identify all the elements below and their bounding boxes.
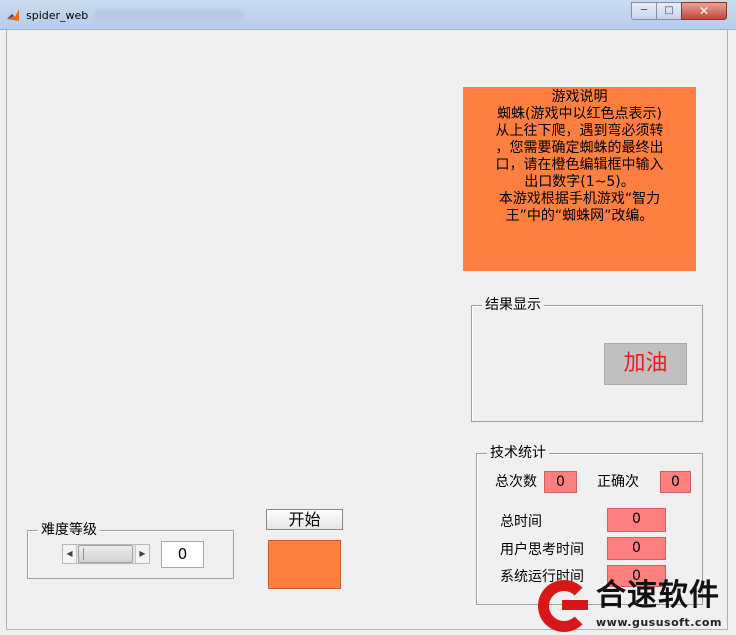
result-group-label: 结果显示 bbox=[482, 296, 544, 314]
watermark-url: www.gususoft.com bbox=[596, 616, 722, 629]
total-time-label: 总时间 bbox=[500, 514, 542, 530]
instructions-line: 出口数字(1~5)。 bbox=[524, 174, 635, 190]
cheer-display: 加油 bbox=[604, 343, 687, 385]
think-time-label: 用户思考时间 bbox=[500, 542, 584, 558]
instructions-line: 本游戏根据手机游戏“智力 bbox=[498, 191, 661, 207]
correct-count-label: 正确次 bbox=[597, 474, 639, 490]
total-time-value: 0 bbox=[607, 508, 666, 532]
total-count-label: 总次数 bbox=[495, 474, 537, 490]
maximize-button[interactable]: □ bbox=[656, 2, 682, 20]
instructions-line: 从上往下爬，遇到弯必须转 bbox=[495, 123, 664, 139]
instructions-panel: 游戏说明 蜘蛛(游戏中以红色点表示) 从上往下爬，遇到弯必须转 ，您需要确定蜘蛛… bbox=[463, 87, 696, 271]
blurred-title-text bbox=[94, 10, 244, 21]
slider-right-arrow-icon[interactable]: ▶ bbox=[135, 545, 149, 563]
instructions-line: 王”中的“蜘蛛网”改编。 bbox=[505, 208, 654, 224]
slider-thumb[interactable] bbox=[78, 545, 133, 563]
watermark-logo: 合速软件 www.gususoft.com bbox=[536, 576, 736, 635]
close-button[interactable]: ✕ bbox=[681, 2, 727, 20]
difficulty-value-field[interactable]: 0 bbox=[161, 541, 204, 568]
answer-input[interactable] bbox=[268, 540, 341, 589]
watermark-brand: 合速软件 bbox=[596, 578, 720, 613]
think-time-value: 0 bbox=[607, 537, 666, 560]
total-count-value: 0 bbox=[544, 471, 577, 493]
instructions-line: ，您需要确定蜘蛛的最终出 bbox=[495, 140, 664, 156]
instructions-line: 蜘蛛(游戏中以红色点表示) bbox=[497, 106, 662, 122]
minimize-button[interactable]: ─ bbox=[631, 2, 657, 20]
correct-count-value: 0 bbox=[660, 471, 691, 493]
difficulty-group-label: 难度等级 bbox=[38, 521, 100, 539]
title-bar: spider_web ─ □ ✕ bbox=[0, 0, 736, 30]
instructions-line: 游戏说明 bbox=[551, 89, 608, 105]
stats-group-label: 技术统计 bbox=[487, 444, 549, 462]
start-button[interactable]: 开始 bbox=[266, 509, 343, 530]
difficulty-slider[interactable]: ◀ ▶ bbox=[62, 544, 150, 564]
window-title: spider_web bbox=[26, 9, 89, 22]
slider-left-arrow-icon[interactable]: ◀ bbox=[63, 545, 77, 563]
matlab-icon bbox=[7, 9, 19, 21]
instructions-line: 口，请在橙色编辑框中输入 bbox=[495, 157, 664, 173]
